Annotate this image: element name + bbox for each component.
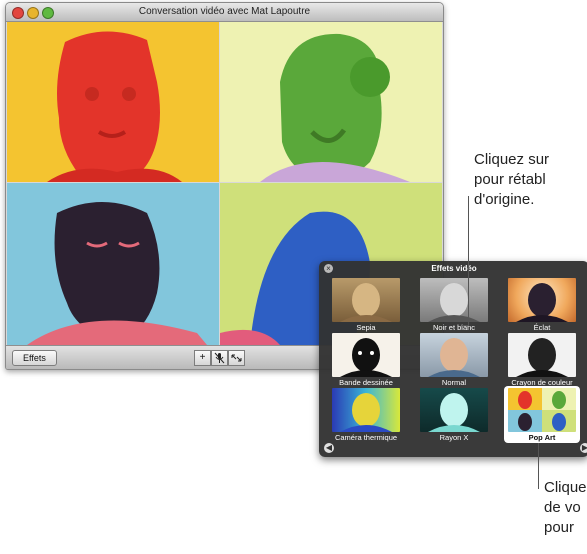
effect-thumb bbox=[508, 278, 576, 322]
title-bar[interactable]: Conversation vidéo avec Mat Lapoutre bbox=[6, 3, 443, 22]
effect-eclat[interactable]: Éclat bbox=[502, 278, 582, 333]
callout-top-leader-tick bbox=[462, 325, 469, 326]
callout-bottom-leader-line bbox=[538, 443, 539, 489]
effect-thumb bbox=[332, 278, 400, 322]
plus-icon: + bbox=[199, 352, 206, 363]
effects-grid: Sepia Noir et blanc Éclat Bande dessinée… bbox=[326, 278, 587, 443]
video-quadrant-blue bbox=[7, 183, 219, 345]
effect-label: Bande dessinée bbox=[339, 378, 393, 387]
effect-thumb bbox=[420, 278, 488, 322]
effect-camera-thermique[interactable]: Caméra thermique bbox=[326, 388, 406, 443]
callout-line: pour bbox=[544, 519, 575, 536]
mute-button[interactable] bbox=[211, 350, 228, 366]
callout-line: Clique bbox=[544, 479, 587, 496]
effect-label: Normal bbox=[441, 378, 467, 387]
callout-bottom: Clique de vo pour bbox=[544, 478, 587, 538]
callout-line: d'origine. bbox=[474, 191, 535, 208]
callout-top: Cliquez sur pour rétabl d'origine. bbox=[474, 150, 549, 210]
fullscreen-icon bbox=[231, 354, 242, 362]
video-effects-panel: × Effets vidéo Sepia Noir et blanc Éclat… bbox=[319, 261, 587, 457]
add-participant-button[interactable]: + bbox=[194, 350, 211, 366]
effect-crayon-de-couleur[interactable]: Crayon de couleur bbox=[502, 333, 582, 388]
effect-bande-dessinee[interactable]: Bande dessinée bbox=[326, 333, 406, 388]
effect-pop-art[interactable]: Pop Art bbox=[502, 386, 582, 443]
effect-thumb bbox=[332, 388, 400, 432]
fullscreen-button[interactable] bbox=[228, 350, 245, 366]
effect-label: Rayon X bbox=[439, 433, 469, 442]
previous-page-arrow-icon[interactable]: ◀ bbox=[324, 443, 334, 453]
window-title: Conversation vidéo avec Mat Lapoutre bbox=[138, 6, 311, 17]
effect-noir-et-blanc[interactable]: Noir et blanc bbox=[414, 278, 494, 333]
effect-thumb bbox=[332, 333, 400, 377]
effect-thumb bbox=[420, 388, 488, 432]
microphone-mute-icon bbox=[214, 352, 225, 364]
effect-rayon-x[interactable]: Rayon X bbox=[414, 388, 494, 443]
effect-thumb bbox=[420, 333, 488, 377]
effect-normal[interactable]: Normal bbox=[414, 333, 494, 388]
panel-title: Effets vidéo bbox=[431, 264, 477, 273]
effect-label: Pop Art bbox=[528, 433, 556, 442]
callout-top-leader-line bbox=[468, 196, 469, 325]
effect-thumb bbox=[508, 388, 576, 432]
video-quadrant-yellow bbox=[7, 22, 219, 182]
effect-label: Éclat bbox=[533, 323, 551, 332]
callout-line: de vo bbox=[544, 499, 581, 516]
face-green bbox=[260, 33, 410, 182]
effect-label: Caméra thermique bbox=[334, 433, 398, 442]
effects-button[interactable]: Effets bbox=[12, 350, 57, 366]
effect-label: Noir et blanc bbox=[432, 323, 476, 332]
face-dark bbox=[27, 202, 207, 345]
effect-label: Sepia bbox=[356, 323, 376, 332]
effect-thumb bbox=[508, 333, 576, 377]
video-quadrant-pale bbox=[220, 22, 442, 182]
callout-line: pour rétabl bbox=[474, 171, 546, 188]
face-red bbox=[47, 31, 182, 182]
callout-line: Cliquez sur bbox=[474, 151, 550, 168]
next-page-arrow-icon[interactable]: ▶ bbox=[580, 443, 587, 453]
effect-sepia[interactable]: Sepia bbox=[326, 278, 406, 333]
